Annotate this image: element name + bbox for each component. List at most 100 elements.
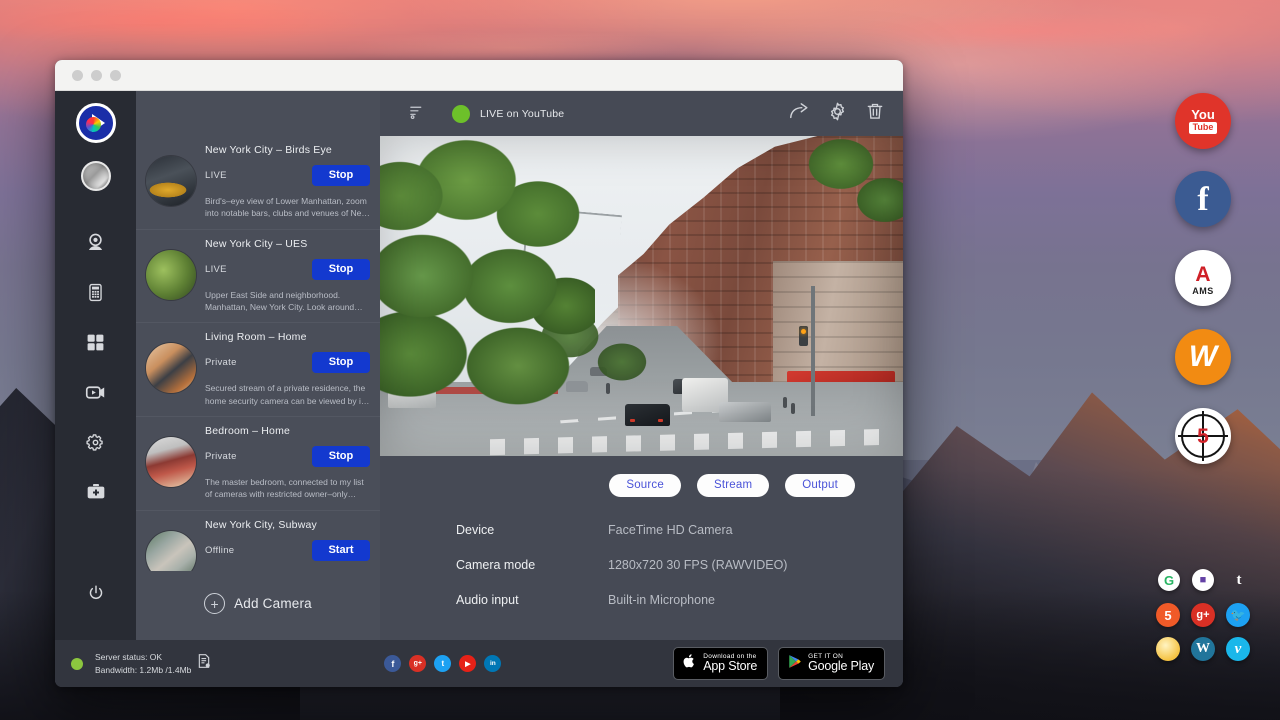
youtube-icon-bottom: Tube — [1189, 122, 1218, 134]
filter-button[interactable] — [380, 103, 452, 125]
twitch-icon: ■ — [1200, 574, 1207, 586]
sidebar-item-power[interactable] — [73, 568, 119, 618]
sidebar-item-device[interactable] — [73, 267, 119, 317]
sidebar-item-video[interactable] — [73, 367, 119, 417]
camera-action-button[interactable]: Stop — [312, 352, 370, 373]
list-item[interactable]: New York City – UES LIVE Stop Upper East… — [136, 229, 380, 323]
camera-title: New York City – Birds Eye — [205, 144, 370, 156]
info-value[interactable]: FaceTime HD Camera — [608, 523, 733, 537]
app-store-badges: Download on the App Store GET IT ON Goog… — [673, 647, 885, 680]
twitter-icon[interactable]: t — [434, 655, 451, 672]
dock-icon-google-plus[interactable]: g+ — [1191, 603, 1215, 627]
youtube-icon-top: You — [1191, 108, 1215, 121]
sidebar-item-logo[interactable] — [76, 103, 116, 143]
share-arrow-icon[interactable] — [788, 100, 810, 127]
adobe-icon: A — [1195, 264, 1210, 285]
dock-icon-twitch[interactable]: ■ — [1192, 569, 1214, 591]
info-value[interactable]: Built-in Microphone — [608, 593, 715, 607]
camera-action-button[interactable]: Stop — [312, 259, 370, 280]
camera-thumbnail — [146, 343, 196, 393]
gear-icon[interactable] — [827, 101, 848, 127]
dock-icon-smashcast[interactable]: 5 — [1156, 603, 1180, 627]
table-row: Device FaceTime HD Camera — [456, 523, 903, 537]
video-preview[interactable] — [380, 136, 903, 456]
smashcast-icon: 5 — [1164, 608, 1171, 623]
log-document-icon[interactable] — [196, 652, 212, 675]
close-button[interactable] — [72, 70, 83, 81]
sort-filter-icon — [408, 103, 425, 125]
trash-icon[interactable] — [865, 100, 885, 127]
facebook-icon[interactable]: f — [384, 655, 401, 672]
vimeo-icon: v — [1235, 641, 1242, 658]
video-vignette — [380, 136, 903, 456]
youtube-icon[interactable]: ▶ — [459, 655, 476, 672]
info-value[interactable]: 1280x720 30 FPS (RAWVIDEO) — [608, 558, 787, 572]
sidebar-item-dashboard[interactable] — [73, 317, 119, 367]
sidebar-item-settings[interactable] — [73, 417, 119, 467]
dock-icon-twitter[interactable]: 🐦 — [1226, 603, 1250, 627]
live-indicator-dot — [452, 105, 470, 123]
camera-status: LIVE — [205, 264, 227, 275]
linkedin-icon[interactable]: in — [484, 655, 501, 672]
tumblr-icon: t — [1237, 572, 1242, 589]
app-store-button[interactable]: Download on the App Store — [673, 647, 768, 680]
status-indicator-dot — [71, 658, 83, 670]
grid-icon — [86, 333, 105, 352]
settings-tabs: Source Stream Output — [380, 456, 903, 497]
dock-icon-youtube[interactable]: You Tube — [1175, 93, 1231, 149]
camera-status: LIVE — [205, 170, 227, 181]
tab-stream[interactable]: Stream — [697, 474, 769, 497]
info-label: Device — [456, 523, 608, 537]
sidebar-item-account[interactable] — [81, 161, 111, 191]
app-window: New York City – Birds Eye LIVE Stop Bird… — [55, 60, 903, 687]
sidebar-item-cameras[interactable] — [73, 217, 119, 267]
list-item[interactable]: Bedroom – Home Private Stop The master b… — [136, 416, 380, 510]
google-play-button[interactable]: GET IT ON Google Play — [778, 647, 885, 680]
sidebar-item-addons[interactable] — [73, 467, 119, 517]
google-plus-icon: g+ — [1196, 609, 1209, 621]
camera-action-button[interactable]: Stop — [312, 446, 370, 467]
tab-output[interactable]: Output — [785, 474, 855, 497]
camera-thumbnail — [146, 437, 196, 487]
main-toolbar: LIVE on YouTube — [380, 91, 903, 136]
live-status: LIVE on YouTube — [452, 105, 788, 123]
main-panel: LIVE on YouTube — [380, 91, 903, 640]
dock-icon-vimeo[interactable]: v — [1226, 637, 1250, 661]
status-bar: Server status: OK Bandwidth: 1.2Mb /1.4M… — [55, 640, 903, 687]
social-links: f g+ t ▶ in — [212, 655, 673, 672]
dock-icon-wowza[interactable]: W — [1175, 329, 1231, 385]
camera-status: Offline — [205, 545, 234, 556]
add-camera-button[interactable]: + Add Camera — [136, 571, 380, 640]
dock-icon-grasshopper[interactable]: G — [1158, 569, 1180, 591]
camera-status: Private — [205, 357, 237, 368]
five-label: 5 — [1197, 426, 1209, 447]
camera-thumbnail — [146, 250, 196, 300]
gear-icon — [86, 433, 105, 452]
camera-list: New York City – Birds Eye LIVE Stop Bird… — [136, 136, 380, 571]
camera-title: Living Room – Home — [205, 331, 370, 343]
twitter-icon: 🐦 — [1231, 608, 1246, 622]
dock-icon-adobe-ams[interactable]: A AMS — [1175, 250, 1231, 306]
server-status-text: Server status: OK — [95, 651, 191, 663]
minimize-button[interactable] — [91, 70, 102, 81]
camera-description: Upper East Side and neighborhood. Manhat… — [205, 289, 370, 314]
list-item[interactable]: Living Room – Home Private Stop Secured … — [136, 322, 380, 416]
list-item[interactable]: New York City – Birds Eye LIVE Stop Bird… — [136, 136, 380, 229]
info-label: Audio input — [456, 593, 608, 607]
dock-icon-wordpress[interactable]: W — [1191, 637, 1215, 661]
live-status-label: LIVE on YouTube — [480, 108, 564, 120]
tab-source[interactable]: Source — [609, 474, 681, 497]
maximize-button[interactable] — [110, 70, 121, 81]
google-play-label: Google Play — [808, 660, 874, 674]
list-item[interactable]: New York City, Subway Offline Start New … — [136, 510, 380, 572]
table-row: Camera mode 1280x720 30 FPS (RAWVIDEO) — [456, 558, 903, 572]
dock-icon-facebook[interactable]: f — [1175, 171, 1231, 227]
dock-icon-tumblr[interactable]: t — [1228, 569, 1250, 591]
camera-description: Bird's–eye view of Lower Manhattan, zoom… — [205, 195, 370, 220]
camera-action-button[interactable]: Start — [312, 540, 370, 561]
camera-action-button[interactable]: Stop — [312, 165, 370, 186]
google-plus-icon[interactable]: g+ — [409, 655, 426, 672]
app-store-label: App Store — [703, 660, 757, 674]
dock-icon-target-five[interactable]: 5 — [1175, 408, 1231, 464]
dock-icon-sun[interactable] — [1156, 637, 1180, 661]
